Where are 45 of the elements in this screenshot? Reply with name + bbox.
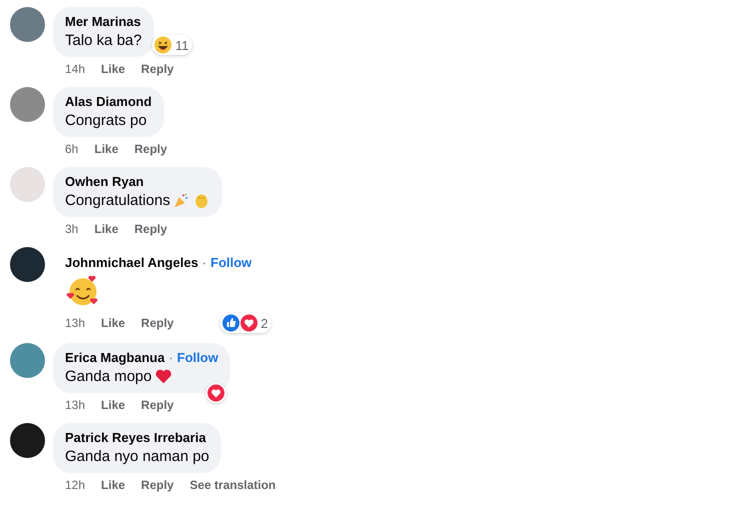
comment-action-link[interactable]: Like [101, 398, 126, 412]
commenter-name[interactable]: Alas Diamond [65, 94, 152, 109]
comment-time[interactable]: 12h [65, 478, 86, 492]
comment-action-link[interactable]: Like [94, 222, 118, 236]
comment-action-link[interactable]: Like [94, 142, 118, 156]
comment-time[interactable]: 3h [65, 222, 78, 236]
follow-link[interactable]: Follow [177, 350, 218, 365]
comment-action-link[interactable]: Reply [134, 142, 168, 156]
reaction-count: 2 [260, 316, 268, 330]
comment-time[interactable]: 14h [65, 62, 86, 76]
heart-icon [154, 368, 172, 385]
comment-action-link[interactable]: See translation [190, 478, 276, 492]
commenter-name[interactable]: Patrick Reyes Irrebaria [65, 430, 206, 445]
avatar[interactable] [10, 423, 45, 458]
reaction-count: 11 [175, 38, 189, 52]
comment-action-link[interactable]: Like [101, 62, 126, 76]
thumbs-up-icon [222, 314, 240, 332]
reaction-badge[interactable]: 11 [152, 35, 192, 55]
comment-text: Ganda nyo naman po [65, 448, 210, 465]
comment-action-link[interactable]: Like [101, 478, 126, 492]
commenter-name[interactable]: Mer Marinas [65, 14, 141, 29]
separator-dot: · [202, 255, 207, 270]
comment-action-link[interactable]: Reply [141, 62, 174, 76]
comment-action-link[interactable]: Reply [141, 478, 174, 492]
comment-time[interactable]: 6h [65, 142, 78, 156]
follow-link[interactable]: Follow [210, 255, 252, 270]
comment-text: Ganda mopo [65, 368, 152, 385]
commenter-name[interactable]: Owhen Ryan [65, 174, 144, 189]
laughing-face-icon [154, 36, 172, 54]
commenter-name[interactable]: Johnmichael Angeles [65, 255, 198, 270]
avatar[interactable] [10, 247, 45, 282]
comment-action-link[interactable]: Reply [134, 222, 168, 236]
commenter-name[interactable]: Erica Magbanua [65, 350, 165, 365]
comment-time[interactable]: 13h [65, 398, 86, 412]
reaction-badge[interactable]: 2 [220, 313, 271, 333]
comment-action-link[interactable]: Reply [141, 398, 174, 412]
comment-action-link[interactable]: Like [101, 316, 126, 330]
comment-text: Congratulations [65, 192, 170, 209]
comment-text: Talo ka ba? [65, 32, 142, 49]
comment-text: Congrats po [65, 112, 147, 129]
comment-action-link[interactable]: Reply [141, 316, 174, 330]
separator-dot: · [168, 350, 174, 365]
party-popper-icon [173, 192, 190, 209]
comment-time[interactable]: 13h [65, 316, 86, 330]
reaction-badge[interactable] [206, 383, 226, 403]
